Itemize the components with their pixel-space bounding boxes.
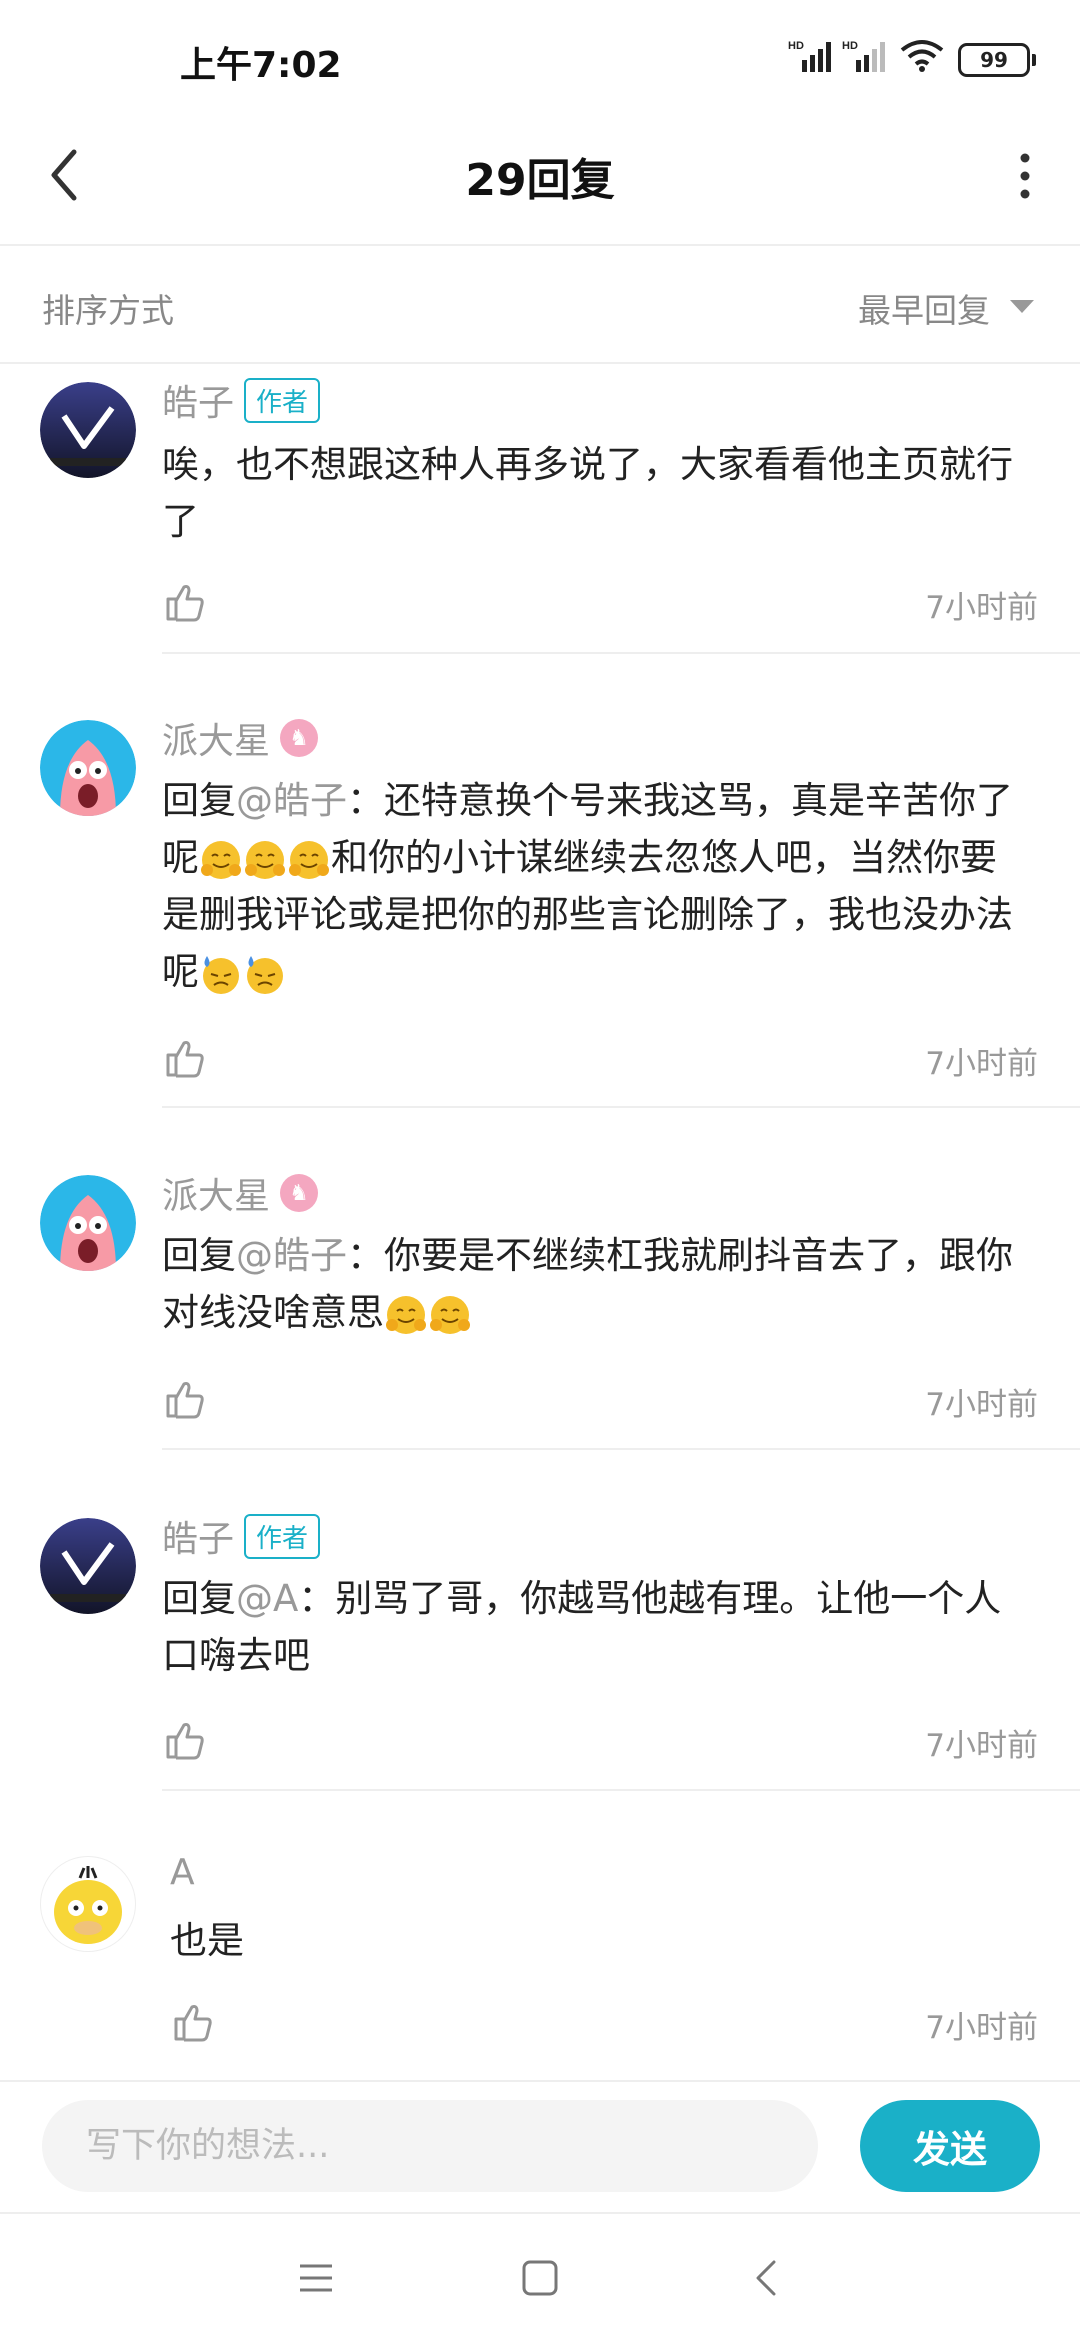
divider — [162, 1106, 1080, 1108]
sweat-emoji-icon — [203, 955, 239, 994]
more-vertical-icon[interactable] — [1010, 146, 1040, 206]
hug-emoji-icon — [386, 1295, 426, 1334]
cellular-signal-icon: HD — [788, 40, 831, 72]
comment-time: 7小时前 — [925, 1046, 1038, 1082]
back-triangle-icon[interactable] — [744, 2254, 792, 2302]
avatar-haozi[interactable] — [40, 382, 136, 478]
sort-bar: 排序方式 最早回复 — [0, 246, 1080, 364]
title-bar: 29回复 — [0, 110, 1080, 246]
cellular-signal-icon-2: HD — [842, 40, 885, 72]
author-badge: 作者 — [244, 1513, 321, 1559]
thumbs-up-icon[interactable] — [164, 1036, 208, 1080]
battery-indicator: 99 — [958, 43, 1036, 77]
comment-text: 回复@A：别骂了哥，你越骂他越有理。让他一个人口嗨去吧 — [162, 1570, 1032, 1684]
comment-header: 皓子 作者 — [162, 374, 321, 426]
level-badge-icon: ♞ — [280, 719, 319, 757]
sort-dropdown[interactable]: 最早回复 — [858, 284, 990, 332]
comment-text: 回复@皓子：还特意换个号来我这骂，真是辛苦你了呢 和你的小计谋继续去忽悠人吧，当然… — [162, 772, 1032, 1000]
comment-input[interactable] — [42, 2100, 818, 2192]
commenter-name[interactable]: A — [170, 1852, 195, 1893]
hug-emoji-icon — [430, 1295, 470, 1334]
level-badge-icon: ♞ — [280, 1174, 319, 1212]
mention-link[interactable]: @皓子 — [236, 779, 347, 822]
sweat-emoji-icon — [247, 955, 283, 994]
network-label-1: HD — [788, 40, 804, 52]
comment-text: 唉，也不想跟这种人再多说了，大家看看他主页就行了 — [162, 443, 1013, 543]
thumbs-up-icon[interactable] — [164, 1718, 208, 1762]
menu-icon[interactable] — [292, 2254, 340, 2302]
comment-header: 派大星 ♞ — [162, 712, 319, 764]
page-title: 29回复 — [465, 155, 615, 206]
commenter-name[interactable]: 派大星 — [162, 712, 270, 764]
mention-link[interactable]: @皓子 — [236, 1234, 347, 1277]
hug-emoji-icon — [245, 840, 285, 879]
comment-header: 皓子 作者 — [162, 1510, 321, 1562]
divider — [162, 652, 1080, 654]
comment-header: 派大星 ♞ — [162, 1167, 319, 1219]
comment-time: 7小时前 — [925, 2010, 1038, 2046]
commenter-name[interactable]: 皓子 — [162, 374, 234, 426]
hug-emoji-icon — [201, 840, 241, 879]
status-time: 上午7:02 — [180, 45, 342, 86]
divider — [162, 1448, 1080, 1450]
comment-text: 也是 — [170, 1919, 244, 1962]
comment-input-bar: 发送 — [0, 2080, 1080, 2214]
send-button[interactable]: 发送 — [860, 2100, 1040, 2192]
comment-time: 7小时前 — [925, 1728, 1038, 1764]
mention-link[interactable]: @A — [236, 1577, 298, 1620]
thumbs-up-icon[interactable] — [172, 2000, 216, 2044]
reply-prefix: 回复 — [162, 1577, 236, 1620]
reply-prefix: 回复 — [162, 779, 236, 822]
caret-down-icon[interactable] — [1010, 300, 1034, 313]
avatar-a[interactable] — [40, 1856, 136, 1952]
commenter-name[interactable]: 皓子 — [162, 1510, 234, 1562]
comment-time: 7小时前 — [925, 590, 1038, 626]
avatar-paidaxing[interactable] — [40, 1175, 136, 1271]
divider — [162, 1789, 1080, 1791]
avatar-paidaxing[interactable] — [40, 720, 136, 816]
author-badge: 作者 — [244, 377, 321, 423]
thumbs-up-icon[interactable] — [164, 580, 208, 624]
comment-text: 回复@皓子：你要是不继续杠我就刷抖音去了，跟你对线没啥意思 — [162, 1227, 1032, 1341]
system-nav-bar — [0, 2212, 1080, 2342]
reply-prefix: 回复 — [162, 1234, 236, 1277]
thumbs-up-icon[interactable] — [164, 1377, 208, 1421]
hug-emoji-icon — [289, 840, 329, 879]
avatar-haozi[interactable] — [40, 1518, 136, 1614]
status-bar: 上午7:02 HD HD 99 — [0, 0, 1080, 110]
sort-label: 排序方式 — [42, 291, 174, 330]
commenter-name[interactable]: 派大星 — [162, 1167, 270, 1219]
network-label-2: HD — [842, 40, 858, 52]
comment-header: A — [170, 1852, 195, 1893]
home-square-icon[interactable] — [516, 2254, 564, 2302]
comment-time: 7小时前 — [925, 1387, 1038, 1423]
wifi-icon — [900, 40, 944, 72]
